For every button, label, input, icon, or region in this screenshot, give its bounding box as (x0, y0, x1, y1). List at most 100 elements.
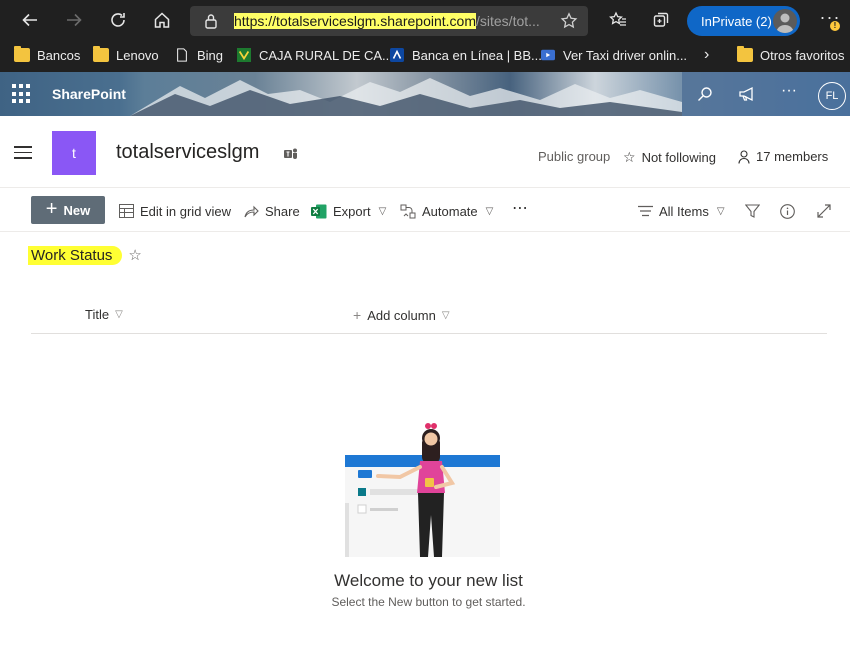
add-column-button[interactable]: + Add column ▽ (353, 307, 450, 323)
chevron-down-icon: ▽ (441, 309, 450, 321)
teams-icon[interactable] (283, 147, 299, 161)
megaphone-icon (739, 86, 753, 102)
arrow-left-icon (22, 13, 37, 27)
other-favorites[interactable]: Otros favoritos (737, 44, 845, 66)
favorite-lenovo[interactable]: Lenovo (93, 44, 159, 66)
video-icon (541, 49, 555, 61)
suite-bar: SharePoint ··· (0, 72, 850, 116)
person-icon (738, 149, 750, 164)
folder-icon (93, 46, 109, 62)
star-outline-icon[interactable]: ☆ (128, 246, 141, 264)
chevron-right-icon: › (704, 46, 710, 63)
site-header: t totalserviceslgm Public group ☆ Not fo… (0, 116, 850, 188)
home-button[interactable] (148, 6, 176, 34)
chevron-down-icon: ▽ (485, 205, 494, 217)
expand-icon (817, 204, 831, 218)
share-label: Share (265, 203, 300, 219)
overflow-button[interactable]: ⋯ (512, 199, 528, 217)
url-text[interactable]: https://totalserviceslgm.sharepoint.com/… (234, 13, 550, 29)
export-label: Export (333, 203, 371, 219)
empty-list-illustration (345, 423, 500, 557)
list-lines-icon (638, 205, 653, 217)
refresh-icon (111, 13, 125, 27)
site-logo[interactable]: t (52, 131, 96, 175)
follow-button[interactable]: ☆ Not following (623, 149, 716, 166)
automate-button[interactable]: Automate ▽ (400, 202, 493, 220)
add-favorite-icon[interactable] (560, 12, 578, 30)
settings-more-button[interactable]: ··· (778, 82, 800, 105)
empty-state-subtitle: Select the New button to get started. (331, 595, 526, 609)
collections-button[interactable] (647, 6, 675, 34)
arrow-right-icon (67, 13, 82, 27)
address-bar[interactable]: https://totalserviceslgm.sharepoint.com/… (190, 6, 588, 36)
favorite-taxi-driver[interactable]: Ver Taxi driver onlin... (540, 44, 687, 66)
home-icon (154, 12, 170, 28)
plus-icon: + (353, 307, 362, 323)
export-button[interactable]: Export ▽ (311, 202, 386, 220)
favorite-label: CAJA RURAL DE CA... (259, 47, 393, 63)
hamburger-menu-icon[interactable] (14, 146, 32, 163)
browser-toolbar: https://totalserviceslgm.sharepoint.com/… (0, 0, 850, 72)
profile-avatar-icon (773, 9, 797, 33)
search-button[interactable] (694, 83, 716, 105)
fullscreen-button[interactable] (817, 202, 831, 220)
sharepoint-brand[interactable]: SharePoint (52, 86, 126, 102)
bbva-icon (390, 48, 404, 62)
favorite-bbva[interactable]: Banca en Línea | BB... (389, 44, 542, 66)
back-button[interactable] (16, 6, 44, 34)
favorites-overflow-button[interactable]: › (704, 44, 709, 66)
new-button[interactable]: + New (31, 196, 105, 224)
favorite-label: Ver Taxi driver onlin... (563, 47, 688, 63)
folder-icon (14, 46, 30, 62)
column-header-title[interactable]: Title ▽ (85, 307, 123, 322)
grid-icon (119, 204, 134, 218)
browser-menu-button[interactable]: ··· ! (816, 6, 844, 34)
collections-icon (653, 12, 669, 27)
browser-nav-row: https://totalserviceslgm.sharepoint.com/… (0, 0, 850, 40)
announcement-button[interactable] (736, 83, 758, 105)
edit-grid-label: Edit in grid view (140, 203, 232, 219)
share-icon (244, 205, 259, 218)
lock-icon (205, 14, 217, 29)
column-title-label: Title (85, 307, 110, 322)
excel-icon (311, 204, 327, 218)
group-privacy: Public group (538, 149, 610, 164)
update-badge: ! (830, 21, 840, 31)
list-title[interactable]: Work Status (28, 245, 123, 265)
favorite-label: Banca en Línea | BB... (412, 47, 542, 63)
view-label: All Items (659, 203, 709, 219)
view-switcher-button[interactable]: All Items ▽ (638, 202, 725, 220)
share-button[interactable]: Share (244, 202, 300, 220)
automate-label: Automate (422, 203, 478, 219)
favorite-bing[interactable]: Bing (174, 44, 223, 66)
forward-button[interactable] (60, 6, 88, 34)
column-header-row: Title ▽ + Add column ▽ (31, 298, 827, 334)
favorites-list-icon (609, 11, 626, 26)
filter-button[interactable] (745, 202, 760, 220)
add-column-label: Add column (367, 307, 436, 323)
url-path: /sites/tot... (476, 13, 540, 29)
search-icon (698, 87, 712, 101)
more-dots-icon: ⋯ (512, 200, 528, 217)
chevron-down-icon: ▽ (378, 205, 387, 217)
empty-state-title: Welcome to your new list (334, 571, 523, 590)
url-host: https://totalserviceslgm.sharepoint.com (234, 13, 476, 29)
command-bar: + New Edit in grid view Share Export ▽ A… (0, 188, 850, 232)
folder-icon (737, 46, 753, 62)
edit-grid-view-button[interactable]: Edit in grid view (119, 202, 231, 220)
refresh-button[interactable] (104, 6, 132, 34)
other-favorites-label: Otros favoritos (760, 47, 845, 63)
app-launcher-waffle-icon[interactable] (12, 84, 32, 104)
site-title[interactable]: totalserviceslgm (116, 141, 259, 164)
automate-icon (400, 204, 416, 218)
inprivate-button[interactable]: InPrivate (2) (687, 6, 800, 36)
info-button[interactable] (780, 202, 795, 220)
more-dots-icon: ··· (781, 82, 797, 99)
chevron-down-icon: ▽ (716, 205, 725, 217)
favorite-caja-rural[interactable]: CAJA RURAL DE CA... (236, 44, 393, 66)
members-button[interactable]: 17 members (738, 149, 828, 164)
favorite-label: Lenovo (116, 47, 159, 63)
favorite-bancos[interactable]: Bancos (14, 44, 80, 66)
favorites-button[interactable] (604, 6, 632, 34)
user-avatar[interactable]: FL (818, 82, 846, 110)
